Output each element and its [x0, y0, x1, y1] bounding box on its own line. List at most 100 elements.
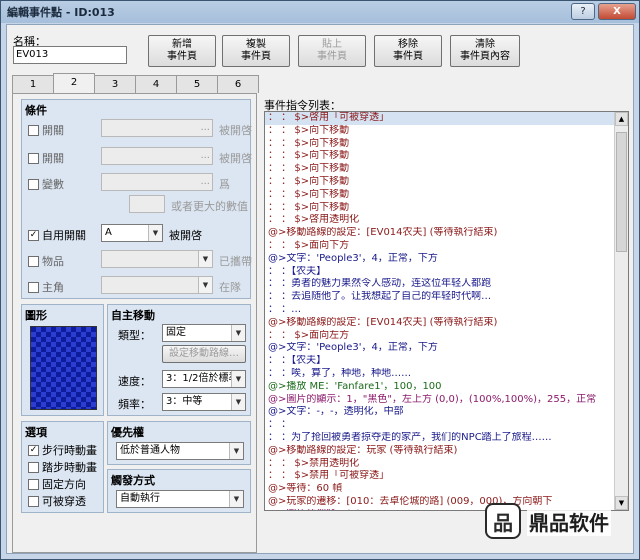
command-list-scrollbar[interactable]: ▲ ▼: [614, 112, 628, 510]
command-line[interactable]: ： ：【农夫】: [265, 266, 628, 279]
command-line[interactable]: @>文字：-，-，透明化，中部: [265, 406, 628, 419]
command-line[interactable]: @>移動路線的設定：[EV014农夫] (等待執行結束): [265, 227, 628, 240]
command-line[interactable]: ： ： $>向下移動: [265, 138, 628, 151]
graphic-preview[interactable]: [30, 326, 97, 410]
event-name-input[interactable]: EV013: [13, 46, 127, 64]
trigger-group: 觸發方式 自動執行 ▼: [107, 469, 251, 513]
tab-page-4[interactable]: 4: [135, 75, 177, 93]
command-line[interactable]: ： ： $>向下移動: [265, 163, 628, 176]
toolbar-button-label: 移除: [398, 39, 418, 50]
tab-page-1[interactable]: 1: [12, 75, 54, 93]
switch2-field[interactable]: ...: [101, 147, 213, 165]
command-line[interactable]: ： ：去追随他了。让我想起了自己的年轻时代啊…: [265, 291, 628, 304]
scroll-thumb[interactable]: [616, 132, 627, 252]
command-line[interactable]: ： ： $>啓用透明化: [265, 214, 628, 227]
move-type-select[interactable]: 固定 ▼: [162, 324, 246, 342]
toolbar-button-1[interactable]: 新增 事件頁: [148, 35, 216, 67]
chevron-down-icon: ▼: [198, 277, 212, 293]
item-select[interactable]: ▼: [101, 250, 213, 268]
checkbox-box: [28, 495, 39, 507]
toolbar-button-5[interactable]: 清除 事件頁內容: [450, 35, 520, 67]
graphic-group: 圖形: [21, 304, 104, 416]
actor-checkbox[interactable]: 主角: [28, 279, 64, 295]
item-suffix: 已攜帶: [219, 255, 252, 268]
option-checkbox-2[interactable]: 踏步時動畫: [28, 459, 97, 475]
toolbar-button-label: 事件頁: [241, 51, 271, 62]
tab-page-3[interactable]: 3: [94, 75, 136, 93]
option-checkbox-4[interactable]: 可被穿透: [28, 493, 86, 509]
trigger-select[interactable]: 自動執行 ▼: [116, 490, 244, 508]
command-line[interactable]: @>文字：'People3'，4，正常，下方: [265, 342, 628, 355]
close-button[interactable]: X: [598, 3, 636, 20]
dialog-body: 名稱： EV013 新增 事件頁 複製 事件頁 貼上 事件頁 移除 事件頁 清除 事件頁內容 12…: [6, 24, 634, 554]
command-line[interactable]: @>圖片的顯示：1，"黑色"，左上方 (0,0)，(100%,100%)，255…: [265, 394, 628, 407]
option-checkbox-1[interactable]: ✓ 步行時動畫: [28, 442, 97, 458]
toolbar-button-label: 複製: [246, 39, 266, 50]
variable-checkbox[interactable]: 變數: [28, 176, 64, 192]
switch1-field[interactable]: ...: [101, 119, 213, 137]
toolbar-button-2[interactable]: 複製 事件頁: [222, 35, 290, 67]
chevron-down-icon: ▼: [229, 443, 243, 459]
page-settings-panel: 條件 開關 ... 被開啓 開關 ... 被開啓 變數 ... 爲 或者更大的數…: [12, 93, 257, 553]
variable-more-label: 或者更大的數值: [171, 200, 248, 213]
watermark-logo-icon: 品: [485, 503, 521, 539]
scroll-up-icon[interactable]: ▲: [615, 112, 628, 126]
item-checkbox[interactable]: 物品: [28, 253, 64, 269]
scroll-down-icon[interactable]: ▼: [615, 496, 628, 510]
switch1-checkbox[interactable]: 開關: [28, 122, 64, 138]
actor-suffix: 在隊: [219, 281, 241, 294]
chevron-down-icon: ▼: [231, 325, 245, 341]
command-line[interactable]: ： ：【农夫】: [265, 355, 628, 368]
option-label: 踏步時動畫: [42, 461, 97, 474]
toolbar-button-label: 事件頁內容: [460, 51, 510, 62]
tab-page-6[interactable]: 6: [217, 75, 259, 93]
option-label: 固定方向: [42, 478, 86, 491]
selfswitch-select[interactable]: A ▼: [101, 224, 163, 242]
command-line[interactable]: ： ： $>面向下方: [265, 240, 628, 253]
autonomous-movement-group: 自主移動 類型： 固定 ▼ 設定移動路線… 速度： 3：1/2倍於標準速 ▼ 頻率：…: [107, 304, 251, 416]
switch2-checkbox[interactable]: 開關: [28, 150, 64, 166]
selfswitch-suffix: 被開啓: [169, 229, 202, 242]
command-line[interactable]: ： ： $>向下移動: [265, 176, 628, 189]
command-line[interactable]: ： ：…: [265, 304, 628, 317]
variable-suffix: 爲: [219, 178, 230, 191]
command-line[interactable]: ： ：勇者的魅力果然令人感动，连这位年轻人都跑: [265, 278, 628, 291]
variable-field[interactable]: ...: [101, 173, 213, 191]
help-button[interactable]: ?: [571, 3, 595, 20]
toolbar-button-4[interactable]: 移除 事件頁: [374, 35, 442, 67]
command-line[interactable]: ： ： $>向下移動: [265, 189, 628, 202]
command-line[interactable]: @>移動路線的設定：玩家 (等待執行結束): [265, 445, 628, 458]
command-line[interactable]: ： ：: [265, 419, 628, 432]
checkbox-box: ✓: [28, 444, 39, 456]
command-line[interactable]: ： ： $>面向左方: [265, 330, 628, 343]
tab-page-2[interactable]: 2: [53, 73, 95, 93]
toolbar-button-3[interactable]: 貼上 事件頁: [298, 35, 366, 67]
command-line[interactable]: @>等待：60 幀: [265, 483, 628, 496]
tab-page-5[interactable]: 5: [176, 75, 218, 93]
watermark-text: 鼎品软件: [527, 506, 611, 536]
command-line[interactable]: ： ： $>向下移動: [265, 125, 628, 138]
toolbar-button-label: 事件頁: [317, 51, 347, 62]
variable-value-stepper[interactable]: [129, 195, 165, 213]
priority-select[interactable]: 低於普通人物 ▼: [116, 442, 244, 460]
option-checkbox-3[interactable]: 固定方向: [28, 476, 86, 492]
command-line[interactable]: ： ： $>向下移動: [265, 202, 628, 215]
command-line[interactable]: ： ： $>禁用「可被穿透」: [265, 470, 628, 483]
command-line[interactable]: ： ：唉，算了，种地，种地……: [265, 368, 628, 381]
command-line[interactable]: @>移動路線的設定：[EV014农夫] (等待執行結束): [265, 317, 628, 330]
command-line[interactable]: ： ： $>啓用「可被穿透」: [265, 112, 628, 125]
selfswitch-checkbox[interactable]: ✓ 自用開關: [28, 227, 86, 243]
command-line[interactable]: ： ： $>向下移動: [265, 150, 628, 163]
command-line[interactable]: @>文字：'People3'，4，正常，下方: [265, 253, 628, 266]
command-line[interactable]: @>播放 ME：'Fanfare1'，100，100: [265, 381, 628, 394]
move-route-button[interactable]: 設定移動路線…: [162, 345, 246, 363]
frequency-select[interactable]: 3：中等 ▼: [162, 393, 246, 411]
speed-select[interactable]: 3：1/2倍於標準速 ▼: [162, 370, 246, 388]
command-line[interactable]: ： ： $>禁用透明化: [265, 458, 628, 471]
actor-select[interactable]: ▼: [101, 276, 213, 294]
command-line[interactable]: ： ：为了抢回被勇者掠夺走的家产，我们的NPC踏上了旅程……: [265, 432, 628, 445]
trigger-title: 觸發方式: [111, 474, 155, 487]
event-command-list[interactable]: ： ： $>啓用「可被穿透」 ： ： $>向下移動 ： ： $>向下移動 ： ：…: [264, 111, 629, 511]
option-label: 步行時動畫: [42, 444, 97, 457]
toolbar-button-label: 事件頁: [393, 51, 423, 62]
